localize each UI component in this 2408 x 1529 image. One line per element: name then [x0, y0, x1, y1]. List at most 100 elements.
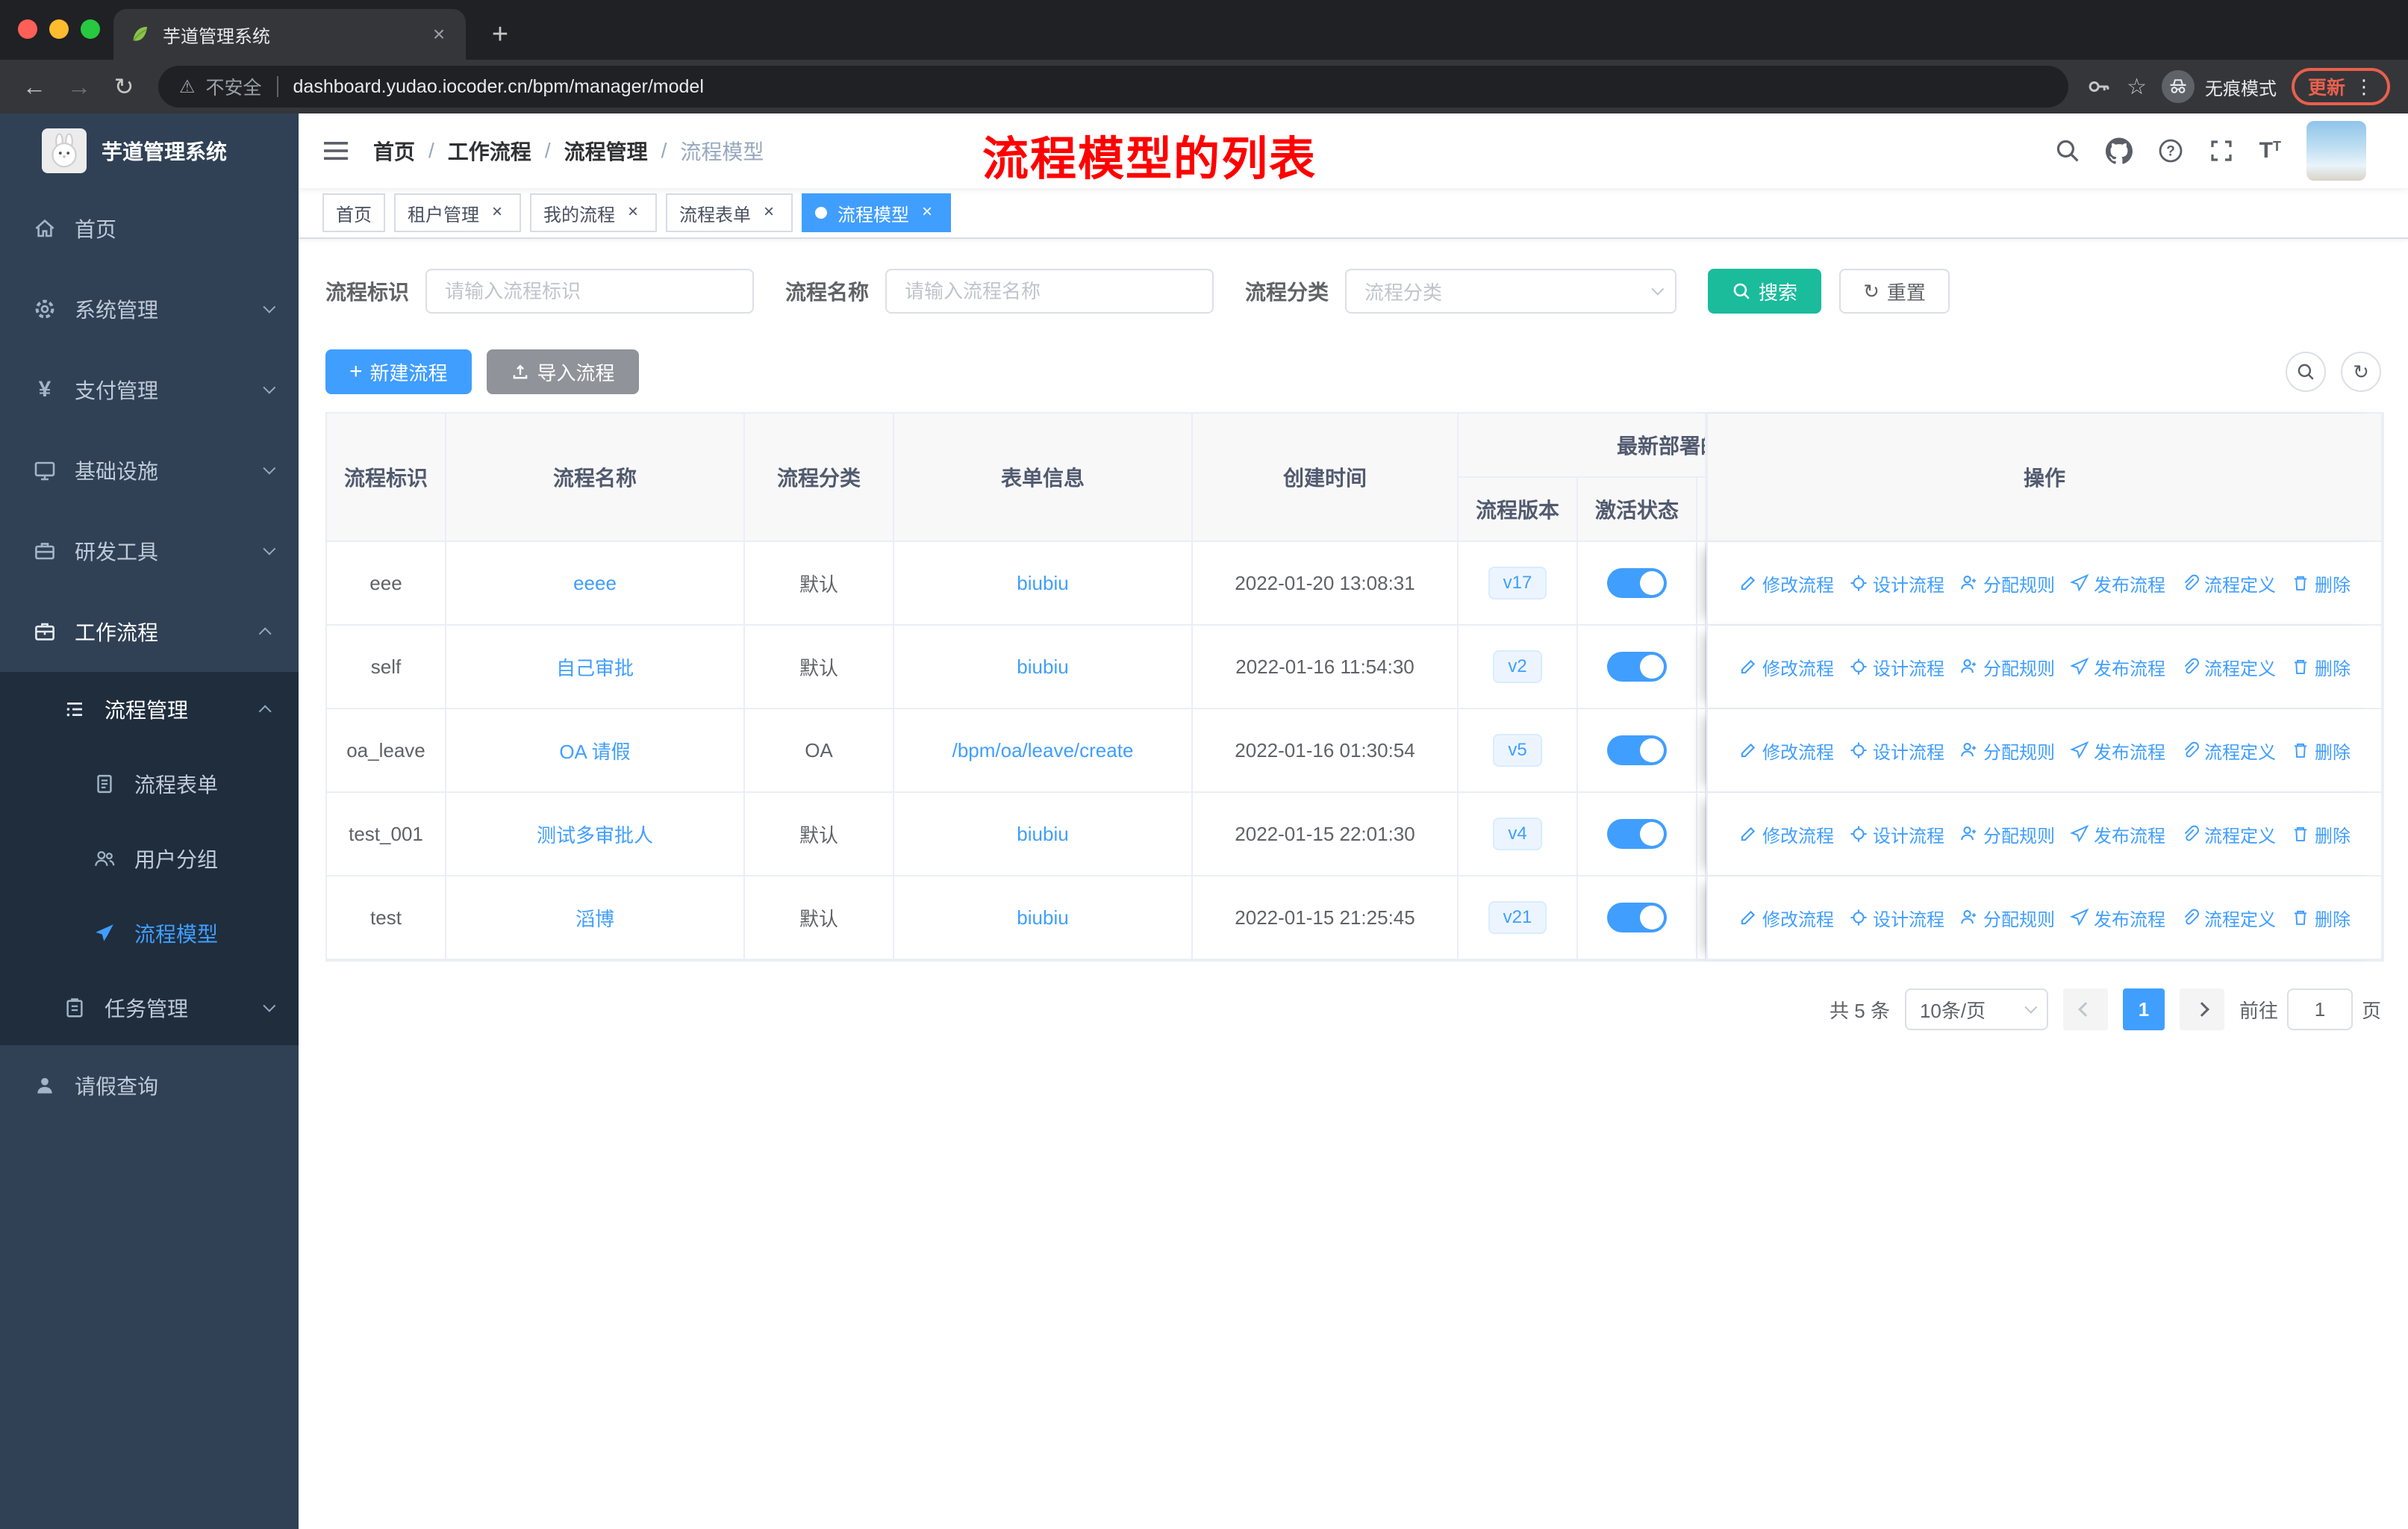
sidebar-item-system[interactable]: 系统管理: [0, 269, 299, 349]
form-info-link[interactable]: biubiu: [1017, 655, 1068, 678]
tag-my-process[interactable]: 我的流程 ×: [530, 193, 657, 232]
row-action-design[interactable]: 设计流程: [1849, 821, 1944, 847]
tag-home[interactable]: 首页: [322, 193, 385, 232]
tag-process-form[interactable]: 流程表单 ×: [666, 193, 793, 232]
row-action-edit[interactable]: 修改流程: [1738, 654, 1834, 680]
row-action-design[interactable]: 设计流程: [1849, 570, 1944, 597]
row-action-design[interactable]: 设计流程: [1849, 738, 1944, 764]
row-action-assign[interactable]: 分配规则: [1959, 905, 2055, 931]
tag-tenant[interactable]: 租户管理 ×: [394, 193, 521, 232]
row-action-publish[interactable]: 发布流程: [2070, 821, 2165, 847]
forward-icon[interactable]: →: [57, 64, 102, 109]
process-category-select[interactable]: 流程分类: [1345, 269, 1677, 314]
process-name-link[interactable]: 自己审批: [556, 657, 634, 679]
row-action-design[interactable]: 设计流程: [1849, 654, 1944, 680]
row-action-publish[interactable]: 发布流程: [2070, 905, 2165, 931]
back-icon[interactable]: ←: [12, 64, 57, 109]
row-action-edit[interactable]: 修改流程: [1738, 905, 1834, 931]
minimize-window-button[interactable]: [49, 19, 69, 39]
prev-page-button[interactable]: [2062, 988, 2108, 1030]
sidebar-item-task-management[interactable]: 任务管理: [0, 971, 299, 1045]
sidebar-item-process-management[interactable]: 流程管理: [0, 672, 299, 747]
tag-process-model[interactable]: 流程模型 ×: [802, 193, 951, 232]
refresh-table-button[interactable]: ↻: [2341, 352, 2381, 392]
active-toggle[interactable]: [1607, 819, 1667, 849]
form-info-link[interactable]: /bpm/oa/leave/create: [952, 739, 1134, 762]
fullscreen-icon[interactable]: [2209, 138, 2234, 164]
browser-menu-icon[interactable]: ⋮: [2354, 75, 2374, 99]
process-id-input[interactable]: [425, 269, 755, 314]
create-process-button[interactable]: + 新建流程: [325, 349, 472, 394]
active-toggle[interactable]: [1607, 903, 1667, 932]
row-action-assign[interactable]: 分配规则: [1959, 570, 2055, 597]
sidebar-item-infrastructure[interactable]: 基础设施: [0, 430, 299, 511]
app-logo[interactable]: 芋道管理系统: [0, 113, 299, 188]
sidebar-collapse-icon[interactable]: [299, 139, 373, 163]
process-name-link[interactable]: 测试多审批人: [537, 824, 653, 847]
password-key-icon[interactable]: [2086, 74, 2112, 99]
github-icon[interactable]: [2105, 137, 2133, 164]
sidebar-item-user-group[interactable]: 用户分组: [0, 821, 299, 896]
row-action-assign[interactable]: 分配规则: [1959, 738, 2055, 764]
sidebar-item-home[interactable]: 首页: [0, 188, 299, 269]
row-action-definition[interactable]: 流程定义: [2180, 570, 2276, 597]
row-action-publish[interactable]: 发布流程: [2070, 654, 2165, 680]
sidebar-item-process-model[interactable]: 流程模型: [0, 896, 299, 971]
row-action-delete[interactable]: 删除: [2291, 821, 2351, 847]
form-info-link[interactable]: biubiu: [1017, 823, 1068, 845]
sidebar-item-workflow[interactable]: 工作流程: [0, 591, 299, 672]
row-action-delete[interactable]: 删除: [2291, 654, 2351, 680]
row-action-definition[interactable]: 流程定义: [2180, 738, 2276, 764]
close-icon[interactable]: ×: [623, 202, 643, 223]
row-action-design[interactable]: 设计流程: [1849, 905, 1944, 931]
row-action-definition[interactable]: 流程定义: [2180, 905, 2276, 931]
next-page-button[interactable]: [2179, 988, 2224, 1030]
browser-tab[interactable]: 芋道管理系统 ×: [113, 9, 466, 60]
active-toggle[interactable]: [1607, 735, 1667, 765]
search-button[interactable]: 搜索: [1708, 269, 1822, 314]
row-action-publish[interactable]: 发布流程: [2070, 570, 2165, 597]
row-action-delete[interactable]: 删除: [2291, 905, 2351, 931]
close-icon[interactable]: ×: [487, 202, 508, 223]
row-action-assign[interactable]: 分配规则: [1959, 821, 2055, 847]
address-bar[interactable]: ⚠ 不安全 dashboard.yudao.iocoder.cn/bpm/man…: [158, 66, 2069, 108]
search-icon[interactable]: [2055, 138, 2080, 164]
font-size-icon[interactable]: TT: [2259, 140, 2281, 162]
row-action-assign[interactable]: 分配规则: [1959, 654, 2055, 680]
reset-button[interactable]: ↻ 重置: [1839, 269, 1950, 314]
row-action-definition[interactable]: 流程定义: [2180, 654, 2276, 680]
process-name-link[interactable]: 滔博: [576, 908, 614, 930]
bookmark-star-icon[interactable]: ☆: [2127, 74, 2147, 100]
active-toggle[interactable]: [1607, 568, 1667, 598]
row-action-edit[interactable]: 修改流程: [1738, 570, 1834, 597]
breadcrumb-workflow[interactable]: 工作流程: [448, 136, 531, 166]
sidebar-item-payment[interactable]: ¥ 支付管理: [0, 349, 299, 430]
page-size-select[interactable]: 10条/页: [1904, 988, 2048, 1030]
help-icon[interactable]: ?: [2158, 138, 2183, 164]
row-action-publish[interactable]: 发布流程: [2070, 738, 2165, 764]
close-tab-icon[interactable]: ×: [427, 22, 451, 46]
new-tab-button[interactable]: +: [478, 12, 523, 57]
import-process-button[interactable]: 导入流程: [486, 349, 639, 394]
user-avatar[interactable]: [2306, 121, 2366, 181]
form-info-link[interactable]: biubiu: [1017, 572, 1068, 594]
current-page-button[interactable]: 1: [2122, 988, 2165, 1030]
process-name-link[interactable]: eeee: [573, 572, 617, 594]
sidebar-item-leave-query[interactable]: 请假查询: [0, 1045, 299, 1126]
row-action-definition[interactable]: 流程定义: [2180, 821, 2276, 847]
close-icon[interactable]: ×: [758, 202, 779, 223]
toggle-search-button[interactable]: [2286, 352, 2326, 392]
process-name-link[interactable]: OA 请假: [559, 741, 630, 763]
breadcrumb-process-management[interactable]: 流程管理: [564, 136, 648, 166]
goto-page-input[interactable]: [2286, 988, 2353, 1030]
breadcrumb-home[interactable]: 首页: [373, 136, 415, 166]
form-info-link[interactable]: biubiu: [1017, 906, 1068, 929]
zoom-window-button[interactable]: [81, 19, 100, 39]
browser-update-button[interactable]: 更新 ⋮: [2291, 68, 2390, 105]
close-window-button[interactable]: [18, 19, 37, 39]
active-toggle[interactable]: [1607, 652, 1667, 682]
row-action-delete[interactable]: 删除: [2291, 570, 2351, 597]
sidebar-item-devtools[interactable]: 研发工具: [0, 511, 299, 591]
row-action-delete[interactable]: 删除: [2291, 738, 2351, 764]
incognito-badge[interactable]: 无痕模式: [2161, 70, 2277, 103]
